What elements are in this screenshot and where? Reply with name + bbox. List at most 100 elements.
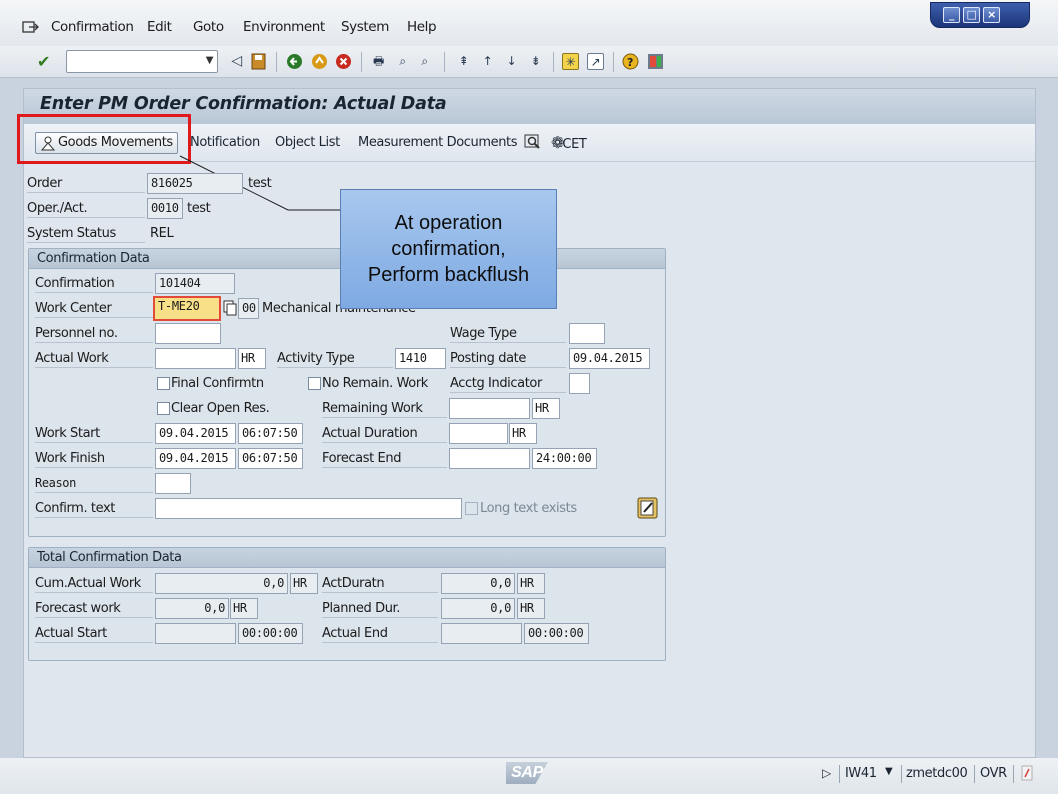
next-page-icon[interactable]: ↓ — [503, 53, 520, 70]
actual-work-field[interactable] — [155, 348, 236, 369]
work-center-label: Work Center — [35, 299, 153, 318]
print-icon[interactable]: 🖶 — [370, 53, 387, 70]
menu-environment[interactable]: Environment — [243, 19, 325, 35]
actual-end-date[interactable] — [441, 623, 522, 644]
last-page-icon[interactable]: ⇟ — [527, 53, 544, 70]
act-duration-unit[interactable]: HR — [517, 573, 545, 594]
menu-exit-icon[interactable] — [22, 19, 40, 35]
exit-icon[interactable] — [311, 53, 328, 70]
cum-actual-work-unit[interactable]: HR — [290, 573, 318, 594]
back-icon[interactable] — [286, 53, 303, 70]
menu-system[interactable]: System — [341, 19, 389, 35]
remaining-work-unit[interactable]: HR — [532, 398, 560, 419]
menu-confirmation[interactable]: Confirmation — [51, 19, 134, 35]
confirm-text-label: Confirm. text — [35, 499, 153, 518]
cancel-icon[interactable] — [335, 53, 352, 70]
personnel-field[interactable] — [155, 323, 221, 344]
menu-help[interactable]: Help — [407, 19, 437, 35]
svg-text:?: ? — [627, 56, 633, 69]
acctg-indicator-label: Acctg Indicator — [450, 374, 566, 393]
plant-field[interactable]: 00 — [238, 298, 259, 319]
prev-page-icon[interactable]: ↑ — [479, 53, 496, 70]
work-center-field[interactable]: T-ME20 — [153, 296, 221, 321]
wage-type-field[interactable] — [569, 323, 605, 344]
forecast-work-field[interactable]: 0,0 — [155, 598, 229, 619]
find-next-icon[interactable]: ⌕ — [416, 53, 433, 70]
actual-work-unit[interactable]: HR — [238, 348, 266, 369]
help-icon[interactable]: ? — [622, 53, 639, 70]
dropdown-arrow-icon[interactable]: ▼ — [206, 55, 214, 66]
enter-check-icon[interactable]: ✔ — [35, 53, 52, 70]
act-duration-label: ActDuratn — [322, 574, 438, 593]
long-text-checkbox — [465, 502, 478, 515]
cum-actual-work-field[interactable]: 0,0 — [155, 573, 288, 594]
save-icon[interactable] — [250, 53, 267, 70]
reason-field[interactable] — [155, 473, 191, 494]
confirmation-label: Confirmation — [35, 274, 153, 293]
work-finish-time[interactable]: 06:07:50 — [238, 448, 303, 469]
menu-edit[interactable]: Edit — [147, 19, 172, 35]
no-remain-work-checkbox[interactable] — [308, 377, 321, 390]
planned-dur-unit[interactable]: HR — [517, 598, 545, 619]
confirmation-field[interactable]: 101404 — [155, 273, 235, 294]
work-start-time[interactable]: 06:07:50 — [238, 423, 303, 444]
cet-icon: ❁ — [551, 133, 564, 152]
personnel-label: Personnel no. — [35, 324, 153, 343]
measurement-documents-button[interactable]: Measurement Documents — [358, 132, 518, 154]
toolbar-separator — [553, 52, 554, 72]
forecast-end-label: Forecast End — [322, 449, 447, 468]
system-status-value: REL — [150, 226, 174, 241]
cet-button[interactable]: ❁CET — [551, 132, 587, 154]
acctg-indicator-field[interactable] — [569, 373, 590, 394]
customize-layout-icon[interactable] — [647, 53, 664, 70]
clear-open-res-checkbox[interactable] — [157, 402, 170, 415]
actual-duration-field[interactable] — [449, 423, 508, 444]
restore-icon[interactable]: □ — [963, 7, 980, 23]
minimize-icon[interactable]: _ — [943, 7, 960, 23]
posting-date-field[interactable]: 09.04.2015 — [569, 348, 650, 369]
close-icon[interactable]: × — [983, 7, 1000, 23]
actual-end-time[interactable]: 00:00:00 — [524, 623, 589, 644]
confirm-text-field[interactable] — [155, 498, 462, 519]
forecast-end-time[interactable]: 24:00:00 — [532, 448, 597, 469]
cum-actual-work-label: Cum.Actual Work — [35, 574, 153, 593]
back-nav-icon[interactable]: ◁ — [228, 53, 245, 70]
create-session-icon[interactable]: ✳ — [562, 53, 579, 70]
find-icon[interactable]: ⌕ — [394, 53, 411, 70]
forecast-end-date[interactable] — [449, 448, 530, 469]
activity-type-field[interactable]: 1410 — [395, 348, 446, 369]
edit-long-text-icon[interactable] — [637, 497, 658, 519]
order-text: test — [248, 176, 272, 191]
remaining-work-field[interactable] — [449, 398, 530, 419]
work-finish-date[interactable]: 09.04.2015 — [155, 448, 236, 469]
operact-field[interactable]: 0010 — [147, 198, 183, 219]
first-page-icon[interactable]: ⇞ — [455, 53, 472, 70]
menu-goto[interactable]: Goto — [193, 19, 224, 35]
actual-duration-unit[interactable]: HR — [509, 423, 537, 444]
actual-start-time[interactable]: 00:00:00 — [238, 623, 303, 644]
planned-dur-field[interactable]: 0,0 — [441, 598, 515, 619]
status-separator — [901, 765, 902, 783]
toolbar-separator — [361, 52, 362, 72]
status-lock-icon — [1020, 765, 1034, 781]
forecast-work-unit[interactable]: HR — [230, 598, 258, 619]
planned-dur-label: Planned Dur. — [322, 599, 438, 618]
command-field[interactable]: ▼ — [66, 50, 218, 73]
clear-open-res-label: Clear Open Res. — [171, 401, 270, 416]
status-expand-icon[interactable]: ▷ — [822, 766, 831, 780]
status-dropdown-icon[interactable]: ▼ — [885, 766, 893, 777]
copy-icon[interactable] — [223, 300, 237, 316]
act-duration-field[interactable]: 0,0 — [441, 573, 515, 594]
highlight-box — [17, 114, 191, 164]
object-list-button[interactable]: Object List — [275, 132, 340, 154]
actual-start-date[interactable] — [155, 623, 236, 644]
status-separator — [1013, 765, 1014, 783]
forecast-work-label: Forecast work — [35, 599, 153, 618]
operact-label: Oper./Act. — [27, 199, 145, 218]
work-start-date[interactable]: 09.04.2015 — [155, 423, 236, 444]
shortcut-icon[interactable]: ↗ — [587, 53, 604, 70]
final-confirmation-checkbox[interactable] — [157, 377, 170, 390]
order-field[interactable]: 816025 — [147, 173, 243, 194]
notification-button[interactable]: Notification — [190, 132, 260, 154]
display-icon[interactable] — [524, 134, 541, 151]
